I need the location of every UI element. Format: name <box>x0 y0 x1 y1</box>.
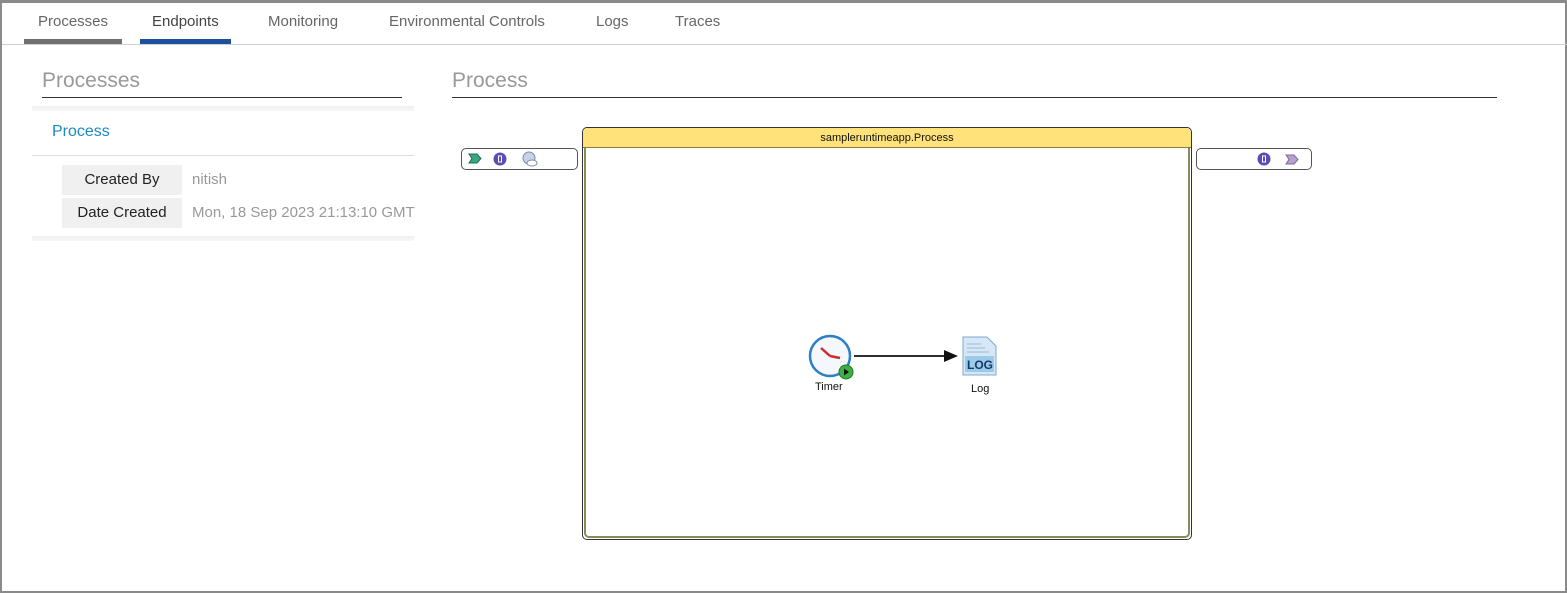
date-created-label: Date Created <box>62 198 182 228</box>
tab-logs[interactable]: Logs <box>596 13 629 40</box>
tab-label: Logs <box>596 13 629 30</box>
tab-processes[interactable]: Processes <box>24 13 123 44</box>
tab-traces[interactable]: Traces <box>675 13 720 40</box>
created-by-label: Created By <box>62 165 182 195</box>
created-by-value: nitish <box>192 171 228 188</box>
divider <box>32 106 414 111</box>
tab-bar: Processes Endpoints Monitoring Environme… <box>2 3 1567 45</box>
timer-node-icon[interactable] <box>808 334 856 382</box>
tab-environmental-controls[interactable]: Environmental Controls <box>389 13 545 40</box>
divider <box>32 155 414 156</box>
info-icon[interactable] <box>1257 152 1271 166</box>
timer-node-label: Timer <box>815 381 843 393</box>
process-container[interactable]: sampleruntimeapp.Process <box>582 127 1192 540</box>
info-icon[interactable] <box>493 152 507 166</box>
divider <box>42 97 402 98</box>
processes-heading: Processes <box>42 69 141 92</box>
tab-label: Monitoring <box>268 13 339 30</box>
end-arrow-icon[interactable] <box>1285 154 1299 165</box>
log-node-icon[interactable]: LOG <box>962 336 997 376</box>
log-icon-text: LOG <box>967 358 993 372</box>
tab-label: Processes <box>38 13 109 30</box>
tab-label: Endpoints <box>152 13 219 30</box>
tab-label: Traces <box>675 13 721 30</box>
process-heading: Process <box>452 69 528 92</box>
globe-cloud-icon[interactable] <box>522 151 538 167</box>
date-created-value: Mon, 18 Sep 2023 21:13:10 GMT <box>192 204 415 221</box>
connection-arrow[interactable] <box>854 349 960 363</box>
process-link[interactable]: Process <box>52 123 110 141</box>
process-input-pill <box>461 148 578 170</box>
tab-underline <box>140 39 231 44</box>
log-node-label: Log <box>971 383 990 395</box>
divider <box>32 236 414 241</box>
process-canvas <box>584 148 1190 538</box>
divider <box>452 97 1497 98</box>
tab-label: Environmental Controls <box>389 13 545 30</box>
tab-monitoring[interactable]: Monitoring <box>268 13 338 40</box>
start-arrow-icon[interactable] <box>468 153 482 164</box>
process-name: sampleruntimeapp.Process <box>583 128 1191 148</box>
tab-endpoints[interactable]: Endpoints <box>140 13 231 44</box>
tab-underline <box>24 39 123 44</box>
process-output-pill <box>1196 148 1312 170</box>
